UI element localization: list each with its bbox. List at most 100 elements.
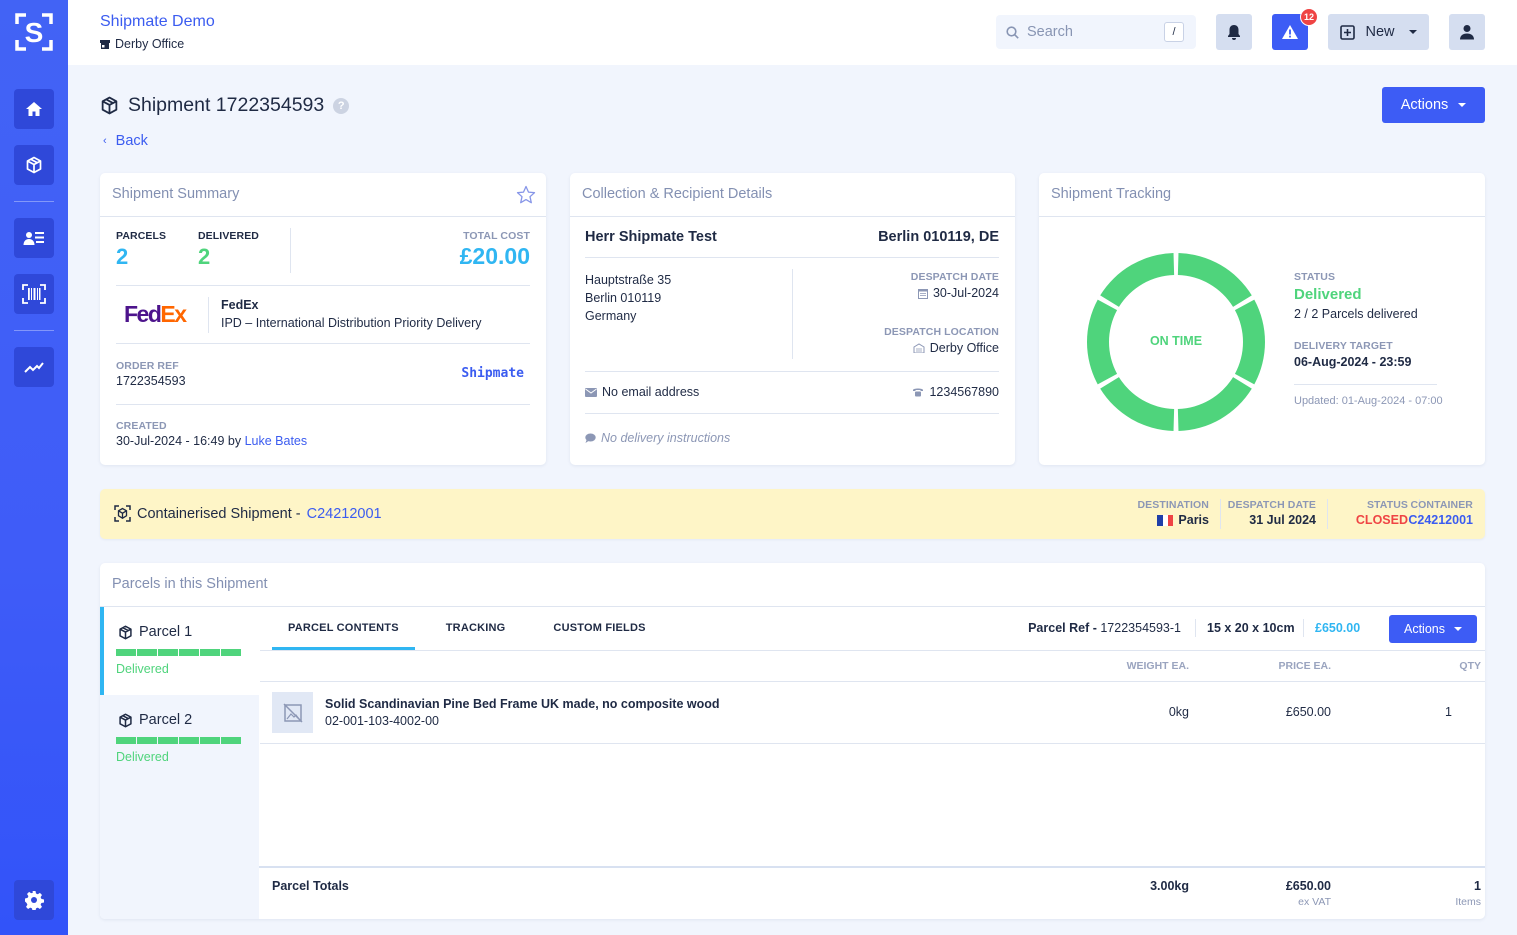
warehouse-icon — [913, 343, 925, 353]
gear-icon — [25, 891, 44, 910]
notifications-button[interactable] — [1216, 14, 1252, 50]
sidebar-item-shipments[interactable] — [14, 145, 54, 185]
containerised-label: Containerised Shipment - — [137, 505, 301, 522]
chart-line-icon — [24, 362, 44, 373]
totals-qty-note: Items — [1455, 896, 1481, 908]
phone-value: 1234567890 — [929, 385, 999, 399]
actions-button[interactable]: Actions — [1382, 87, 1485, 123]
ring-segment — [1100, 377, 1175, 431]
warning-icon — [1282, 25, 1298, 39]
divider — [260, 743, 1485, 744]
delivered-label: DELIVERED — [198, 230, 259, 242]
no-image-icon — [282, 702, 303, 723]
bell-icon — [1228, 25, 1240, 40]
recipient-address: Hauptstraße 35 Berlin 010119 Germany — [585, 271, 671, 325]
card-header: Shipment Tracking — [1039, 173, 1485, 217]
container-ref: CONTAINER C24212001 — [1408, 499, 1473, 527]
parcel-ref-label: Parcel Ref - — [1028, 621, 1097, 635]
created-label: CREATED — [116, 420, 167, 432]
search-shortcut-key: / — [1164, 22, 1184, 42]
tab-custom-fields[interactable]: CUSTOM FIELDS — [529, 607, 661, 651]
despatch-date: 30-Jul-2024 — [917, 286, 999, 300]
email-value: No email address — [602, 385, 700, 399]
progress-step — [116, 737, 136, 744]
search-input[interactable]: Search / — [996, 15, 1196, 49]
divider — [116, 343, 530, 344]
tab-parcel-contents[interactable]: PARCEL CONTENTS — [272, 607, 415, 651]
despatch-date-value: 30-Jul-2024 — [932, 286, 999, 300]
recipient-details-card: Collection & Recipient Details Herr Ship… — [570, 173, 1015, 465]
progress-step — [137, 737, 157, 744]
totals-price: £650.00 — [1285, 879, 1331, 893]
divider — [1220, 499, 1221, 529]
sidebar-item-reports[interactable] — [14, 347, 54, 387]
chevron-left-icon: ‹ — [103, 135, 107, 147]
delivery-target-label: DELIVERY TARGET — [1294, 340, 1393, 352]
order-ref-label: ORDER REF — [116, 360, 179, 372]
back-link[interactable]: ‹ Back — [103, 133, 148, 149]
column-header-weight: WEIGHT EA. — [1126, 660, 1189, 672]
parcel-label: Parcel 2 — [139, 712, 193, 728]
item-sku: 02-001-103-4002-00 — [325, 714, 439, 728]
office-name: Derby Office — [115, 37, 185, 51]
package-icon — [119, 625, 132, 639]
parcel-progress-bar — [116, 737, 241, 744]
card-header: Collection & Recipient Details — [570, 173, 1015, 217]
chevron-down-icon — [1458, 103, 1467, 107]
carrier-logo: FedEx — [124, 301, 187, 328]
shipmate-logo[interactable]: S — [14, 12, 54, 52]
tab-tracking[interactable]: TRACKING — [415, 607, 530, 651]
progress-step — [200, 649, 220, 656]
container-ref-link[interactable]: C24212001 — [307, 506, 382, 522]
sidebar-item-scan[interactable] — [14, 274, 54, 314]
alerts-button[interactable]: 12 — [1272, 8, 1318, 50]
parcel-title: Parcel 1 — [118, 624, 192, 640]
sidebar-item-settings[interactable] — [14, 880, 54, 920]
sidebar-item-home[interactable] — [14, 89, 54, 129]
item-weight: 0kg — [1168, 705, 1189, 719]
total-cost-value: £20.00 — [459, 243, 530, 269]
delivery-target-value: 06-Aug-2024 - 23:59 — [1294, 355, 1412, 369]
ring-segment — [1177, 377, 1252, 431]
ring-segment — [1100, 253, 1175, 307]
container-value-link[interactable]: C24212001 — [1408, 513, 1473, 527]
progress-step — [179, 649, 199, 656]
divider — [1303, 619, 1304, 637]
address-line: Berlin 010119 — [585, 291, 662, 305]
card-title: Parcels in this Shipment — [112, 576, 268, 592]
item-name: Solid Scandinavian Pine Bed Frame UK mad… — [325, 697, 720, 711]
parcel-label: Parcel 1 — [139, 624, 193, 640]
container-destination: DESTINATION Paris — [1138, 499, 1210, 527]
parcel-list-item-2[interactable]: Parcel 2 Delivered — [100, 695, 259, 783]
card-header: Shipment Summary — [100, 173, 546, 217]
item-price: £650.00 — [1285, 705, 1331, 719]
office-selector[interactable]: Derby Office — [100, 37, 184, 51]
help-icon[interactable]: ? — [333, 97, 350, 114]
instructions-value: No delivery instructions — [601, 431, 731, 445]
product-image-placeholder — [272, 692, 313, 733]
divider — [208, 297, 209, 333]
new-button[interactable]: New — [1328, 14, 1429, 50]
sidebar-item-contacts[interactable] — [14, 218, 54, 258]
carrier-name: FedEx — [221, 298, 259, 312]
envelope-icon — [585, 387, 597, 397]
parcel-actions-label: Actions — [1404, 622, 1445, 636]
parcel-list-item-1[interactable]: Parcel 1 Delivered — [100, 607, 259, 695]
search-placeholder: Search — [1027, 24, 1073, 40]
item-qty: 1 — [1445, 705, 1452, 719]
delivered-count: 2 — [198, 244, 211, 269]
parcel-actions-button[interactable]: Actions — [1389, 615, 1477, 643]
package-icon — [119, 713, 132, 727]
star-icon[interactable] — [516, 185, 536, 205]
organisation-name[interactable]: Shipmate Demo — [100, 13, 215, 31]
shipment-summary-card: Shipment Summary PARCELS 2 DELIVERED 2 T… — [100, 173, 546, 465]
recipient-city-country: Berlin 010119, DE — [878, 229, 999, 245]
sidebar-divider — [14, 330, 54, 331]
parcel-dimensions: 15 x 20 x 10cm — [1207, 621, 1295, 635]
container-label: CONTAINER — [1410, 499, 1473, 511]
user-menu-button[interactable] — [1449, 14, 1485, 50]
container-scan-icon — [114, 505, 131, 522]
totals-divider — [259, 866, 1485, 868]
created-by-user-link[interactable]: Luke Bates — [245, 434, 308, 448]
totals-qty: 1 — [1474, 879, 1481, 893]
